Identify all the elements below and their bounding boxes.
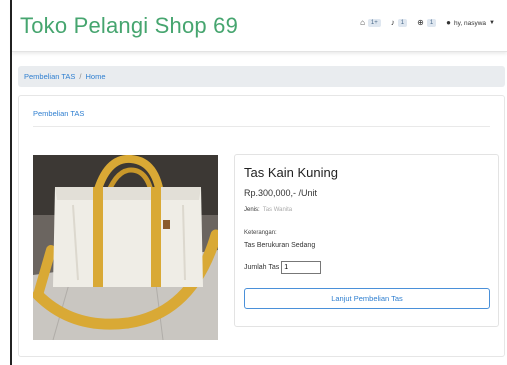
breadcrumb-separator: / bbox=[79, 72, 82, 81]
product-image bbox=[33, 155, 218, 340]
caret-down-icon: ▼ bbox=[489, 20, 495, 26]
continue-purchase-button[interactable]: Lanjut Pembelian Tas bbox=[244, 288, 490, 309]
product-type-value: Tas Wanita bbox=[262, 207, 293, 213]
navbar-icons: ⌂ 1+ ♪ 1 ⊕ 1 ● hy, nasywa ▼ bbox=[360, 19, 495, 27]
product-info-panel: Tas Kain Kuning Rp.300,000,- /Unit Jenis… bbox=[234, 154, 499, 327]
quantity-input[interactable] bbox=[281, 261, 322, 274]
home-icon: ⌂ bbox=[360, 18, 365, 27]
description-value: Tas Berukuran Sedang bbox=[244, 242, 316, 249]
cart-icon: ⊕ bbox=[417, 18, 424, 27]
user-name: hy, nasywa bbox=[454, 19, 487, 27]
breadcrumb-pembelian[interactable]: Pembelian TAS bbox=[24, 72, 75, 81]
user-icon: ● bbox=[446, 18, 451, 27]
home-badge: 1+ bbox=[367, 19, 381, 27]
top-navbar: Toko Pelangi Shop 69 ⌂ 1+ ♪ 1 ⊕ 1 ● hy, … bbox=[12, 0, 507, 52]
product-type: Jenis: Tas Wanita bbox=[244, 207, 292, 213]
notification-badge: 1 bbox=[397, 19, 408, 27]
bell-icon: ♪ bbox=[390, 18, 395, 27]
breadcrumb: Pembelian TAS / Home bbox=[18, 66, 505, 87]
purchase-card: Pembelian TAS Tas Kain Kuning Rp.300,000… bbox=[18, 95, 505, 357]
nav-cart[interactable]: ⊕ 1 bbox=[417, 18, 437, 27]
brand-title[interactable]: Toko Pelangi Shop 69 bbox=[20, 13, 238, 39]
quantity-row: Jumlah Tas bbox=[244, 261, 322, 274]
cart-badge: 1 bbox=[426, 19, 437, 27]
product-type-label: Jenis: bbox=[244, 207, 260, 213]
nav-notifications[interactable]: ♪ 1 bbox=[390, 18, 408, 27]
description-label: Keterangan: bbox=[244, 230, 277, 236]
product-name: Tas Kain Kuning bbox=[244, 165, 338, 180]
page-frame: Toko Pelangi Shop 69 ⌂ 1+ ♪ 1 ⊕ 1 ● hy, … bbox=[10, 0, 507, 365]
card-divider bbox=[33, 126, 490, 127]
card-title: Pembelian TAS bbox=[33, 109, 85, 118]
user-menu[interactable]: ● hy, nasywa ▼ bbox=[446, 19, 495, 27]
nav-home[interactable]: ⌂ 1+ bbox=[360, 19, 381, 27]
product-price: Rp.300,000,- /Unit bbox=[244, 188, 318, 198]
quantity-label: Jumlah Tas bbox=[244, 264, 280, 271]
breadcrumb-home[interactable]: Home bbox=[86, 72, 106, 81]
